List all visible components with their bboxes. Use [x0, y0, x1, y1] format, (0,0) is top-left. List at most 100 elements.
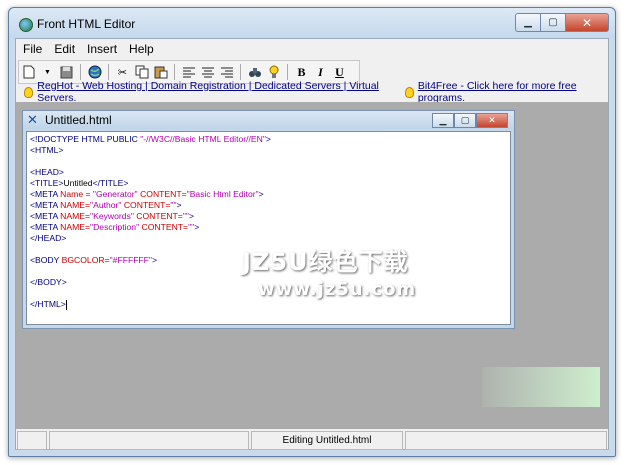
align-left-icon: [182, 67, 195, 77]
doc-maximize-button[interactable]: ▢: [454, 113, 476, 128]
copy-icon: [135, 65, 148, 79]
code-token: </TITLE>: [92, 178, 129, 188]
copy-button[interactable]: [133, 64, 150, 81]
underline-button[interactable]: U: [331, 64, 348, 81]
doc-close-button[interactable]: ✕: [476, 113, 508, 128]
code-token: >: [265, 134, 271, 144]
code-line: <META NAME="Description" CONTENT="">: [30, 222, 507, 233]
link-bar: RegHot - Web Hosting | Domain Registrati…: [16, 80, 608, 104]
lightbulb-icon: [269, 65, 278, 78]
align-center-button[interactable]: [199, 64, 216, 81]
code-line: <TITLE>Untitled</TITLE>: [30, 178, 507, 189]
save-button[interactable]: [58, 64, 75, 81]
title-bar[interactable]: Front HTML Editor ▁ ▢ ✕: [9, 8, 615, 38]
paste-button[interactable]: [152, 64, 169, 81]
close-button[interactable]: ✕: [566, 13, 609, 32]
maximize-button[interactable]: ▢: [540, 13, 566, 32]
main-window: Front HTML Editor ▁ ▢ ✕ File Edit Insert…: [8, 7, 616, 457]
bold-button[interactable]: B: [293, 64, 310, 81]
toolbar-separator: [240, 64, 241, 80]
align-right-button[interactable]: [218, 64, 235, 81]
menu-help[interactable]: Help: [124, 42, 159, 56]
corner-decoration: [482, 367, 600, 407]
toolbar-separator: [287, 64, 288, 80]
status-panel-4: [405, 431, 607, 450]
minimize-icon: ▁: [524, 17, 532, 28]
watermark-line2: www.jz5u.com: [258, 279, 417, 300]
paste-clipboard-icon: [154, 66, 167, 79]
toolbar-separator: [174, 64, 175, 80]
code-token: NAME=: [60, 211, 91, 221]
code-token: "Keywords": [90, 211, 134, 221]
code-token: "Author": [90, 200, 122, 210]
code-token: "Basic Html Editor": [186, 189, 259, 199]
menu-edit[interactable]: Edit: [49, 42, 80, 56]
open-dropdown-arrow[interactable]: ▼: [39, 64, 56, 81]
bit4free-link[interactable]: Bit4Free - Click here for more free prog…: [418, 80, 608, 104]
app-globe-icon: [19, 18, 33, 32]
align-center-icon: [201, 67, 214, 77]
code-token: </HTML>: [30, 299, 66, 309]
code-token: <HEAD>: [30, 167, 64, 177]
code-token: CONTENT=: [133, 211, 183, 221]
dropdown-arrow-icon: ▼: [44, 68, 51, 76]
code-token: NAME=: [60, 200, 91, 210]
reghot-link[interactable]: RegHot - Web Hosting | Domain Registrati…: [37, 80, 386, 104]
code-token: <BODY: [30, 255, 62, 265]
code-token: "Generator": [92, 189, 138, 199]
align-right-icon: [220, 67, 233, 77]
toolbar-separator: [108, 64, 109, 80]
watermark: JZ5U绿色下载 www.jz5u.com: [242, 242, 416, 300]
minimize-button[interactable]: ▁: [515, 13, 540, 32]
code-token: >: [176, 200, 182, 210]
code-token: <TITLE>: [30, 178, 64, 188]
code-token: </HEAD>: [30, 233, 67, 243]
app-client: File Edit Insert Help ▼ ✂ B I U RegHot -…: [15, 38, 609, 450]
code-token: NAME=: [60, 222, 91, 232]
code-line: </HTML>: [30, 299, 507, 310]
code-line: <META NAME="Author" CONTENT="">: [30, 200, 507, 211]
new-file-button[interactable]: [20, 64, 37, 81]
code-line: <HTML>: [30, 145, 507, 156]
cut-button[interactable]: ✂: [114, 64, 131, 81]
code-token: CONTENT=: [139, 222, 189, 232]
code-token: >: [194, 222, 200, 232]
italic-button[interactable]: I: [312, 64, 329, 81]
code-line: <META NAME="Keywords" CONTENT="">: [30, 211, 507, 222]
find-button[interactable]: [246, 64, 263, 81]
code-token: Name =: [60, 189, 93, 199]
new-document-icon: [23, 65, 34, 79]
status-message: Editing Untitled.html: [251, 431, 403, 450]
code-token: >: [258, 189, 264, 199]
close-icon: ✕: [581, 15, 593, 30]
toolbar-separator: [80, 64, 81, 80]
code-token: CONTENT=: [137, 189, 187, 199]
menu-insert[interactable]: Insert: [82, 42, 122, 56]
code-token: <META: [30, 200, 61, 210]
align-left-button[interactable]: [180, 64, 197, 81]
status-panel-1: [17, 431, 47, 450]
lightbulb-icon: [404, 86, 414, 98]
document-title-bar[interactable]: ✕ Untitled.html ▁ ▢ ✕: [23, 111, 514, 129]
code-line: <META Name = "Generator" CONTENT="Basic …: [30, 189, 507, 200]
code-line: <!DOCTYPE HTML PUBLIC "-//W3C//Basic HTM…: [30, 134, 507, 145]
minimize-icon: ▁: [439, 115, 447, 125]
binoculars-icon: [248, 68, 261, 77]
code-token: >: [152, 255, 158, 265]
lightbulb-icon: [24, 86, 34, 98]
preview-button[interactable]: [86, 64, 103, 81]
code-token: >: [188, 211, 194, 221]
globe-icon: [88, 65, 101, 79]
close-icon: ✕: [488, 115, 496, 125]
code-token: "Description": [90, 222, 140, 232]
code-token: <HTML>: [30, 145, 64, 155]
menu-file[interactable]: File: [18, 42, 47, 56]
html-document-icon: ✕: [27, 112, 38, 127]
code-token: Untitled: [63, 178, 93, 188]
document-title: Untitled.html: [45, 113, 112, 127]
code-token: <META: [30, 211, 61, 221]
code-token: <META: [30, 189, 61, 199]
doc-minimize-button[interactable]: ▁: [432, 113, 454, 128]
tip-button[interactable]: [265, 64, 282, 81]
